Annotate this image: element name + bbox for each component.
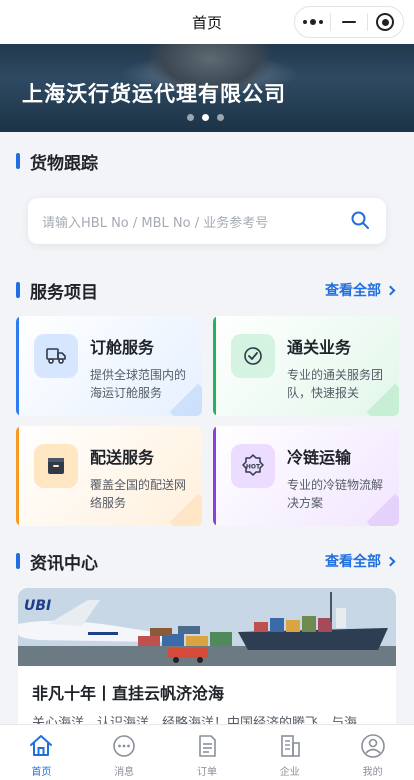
building-icon [280, 735, 300, 757]
more-dots-icon [302, 19, 323, 25]
carousel-dot[interactable] [187, 114, 194, 121]
section-accent-bar [16, 153, 20, 169]
tab-label: 消息 [114, 767, 135, 778]
service-description: 提供全球范围内的海运订舱服务 [90, 368, 187, 400]
service-card-cold-chain[interactable]: HOT 冷链运输 专业的冷链物流解决方案 [213, 426, 399, 526]
minimize-button[interactable] [331, 7, 366, 37]
service-card-customs[interactable]: 通关业务 专业的通关服务团队，快速报关 [213, 316, 399, 416]
home-icon [30, 735, 53, 756]
card-edge [16, 426, 19, 526]
view-all-label: 查看全部 [325, 283, 381, 299]
banner-title: 上海沃行货运代理有限公司 [22, 82, 286, 106]
message-icon [113, 735, 135, 757]
service-title: 冷链运输 [287, 448, 352, 467]
service-card-booking[interactable]: 订舱服务 提供全球范围内的海运订舱服务 [16, 316, 202, 416]
card-edge [213, 426, 216, 526]
carousel-dot-active[interactable] [202, 114, 209, 121]
check-circle-icon [231, 334, 275, 378]
tab-home[interactable]: 首页 [0, 725, 83, 780]
chevron-right-icon [385, 556, 396, 566]
service-title: 通关业务 [287, 338, 352, 357]
service-description: 专业的冷链物流解决方案 [287, 478, 384, 510]
news-section-header: 资讯中心 查看全部 [16, 549, 398, 574]
section-accent-bar [16, 282, 20, 298]
view-all-label: 查看全部 [325, 554, 381, 570]
services-view-all-link[interactable]: 查看全部 [325, 280, 396, 300]
service-description: 覆盖全国的配送网络服务 [90, 478, 187, 510]
carousel-dot[interactable] [217, 114, 224, 121]
svg-text:UBI: UBI [24, 598, 51, 614]
card-edge [16, 316, 19, 416]
news-view-all-link[interactable]: 查看全部 [325, 551, 396, 571]
banner-carousel[interactable]: 上海沃行货运代理有限公司 [0, 44, 414, 132]
services-section-title: 服务项目 [30, 282, 98, 303]
close-mini-program-button[interactable] [368, 7, 403, 37]
tab-label: 订单 [196, 767, 217, 778]
service-title: 订舱服务 [90, 338, 155, 357]
tab-orders[interactable]: 订单 [166, 725, 249, 780]
order-icon [199, 735, 216, 757]
truck-icon [34, 334, 78, 378]
svg-text:HOT: HOT [246, 464, 261, 471]
card-edge [213, 316, 216, 416]
service-card-delivery[interactable]: 配送服务 覆盖全国的配送网络服务 [16, 426, 202, 526]
carousel-indicators [187, 114, 224, 121]
page-title: 首页 [191, 13, 222, 32]
target-icon [376, 13, 395, 31]
mini-program-capsule [294, 6, 404, 38]
news-illustration: UBI [18, 588, 396, 666]
tracking-section-header: 货物跟踪 [16, 149, 398, 174]
user-icon [360, 734, 385, 758]
tab-label: 企业 [279, 767, 300, 778]
tab-company[interactable]: 企业 [248, 725, 331, 780]
news-title: 非凡十年丨直挂云帆济沧海 [32, 684, 225, 703]
service-description: 专业的通关服务团队，快速报关 [287, 368, 384, 400]
tracking-search-box[interactable]: 请输入HBL No / MBL No / 业务参考号 [28, 198, 386, 244]
search-input[interactable]: 请输入HBL No / MBL No / 业务参考号 [42, 212, 268, 231]
news-cover-image: UBI [18, 588, 396, 666]
service-title: 配送服务 [90, 448, 155, 467]
tab-label: 我的 [362, 767, 383, 778]
section-accent-bar [16, 553, 20, 569]
minus-icon [342, 21, 356, 23]
chevron-right-icon [385, 285, 396, 295]
tracking-section-title: 货物跟踪 [30, 153, 98, 174]
tab-messages[interactable]: 消息 [83, 725, 166, 780]
tab-profile[interactable]: 我的 [331, 725, 414, 780]
hot-badge-icon: HOT [231, 444, 275, 488]
news-card[interactable]: UBI 非凡十年丨直挂云帆济沧海 关心海洋、认识海洋、经略海洋！中国经济的腾飞，… [18, 588, 396, 738]
bottom-tab-bar: 首页 消息 订单 企业 我的 [0, 724, 414, 780]
services-section-header: 服务项目 查看全部 [16, 278, 398, 303]
search-icon[interactable] [350, 210, 370, 230]
news-section-title: 资讯中心 [30, 553, 98, 574]
top-nav-bar: 首页 [0, 0, 414, 44]
tab-label: 首页 [31, 767, 52, 778]
more-options-button[interactable] [295, 7, 330, 37]
package-icon [34, 444, 78, 488]
